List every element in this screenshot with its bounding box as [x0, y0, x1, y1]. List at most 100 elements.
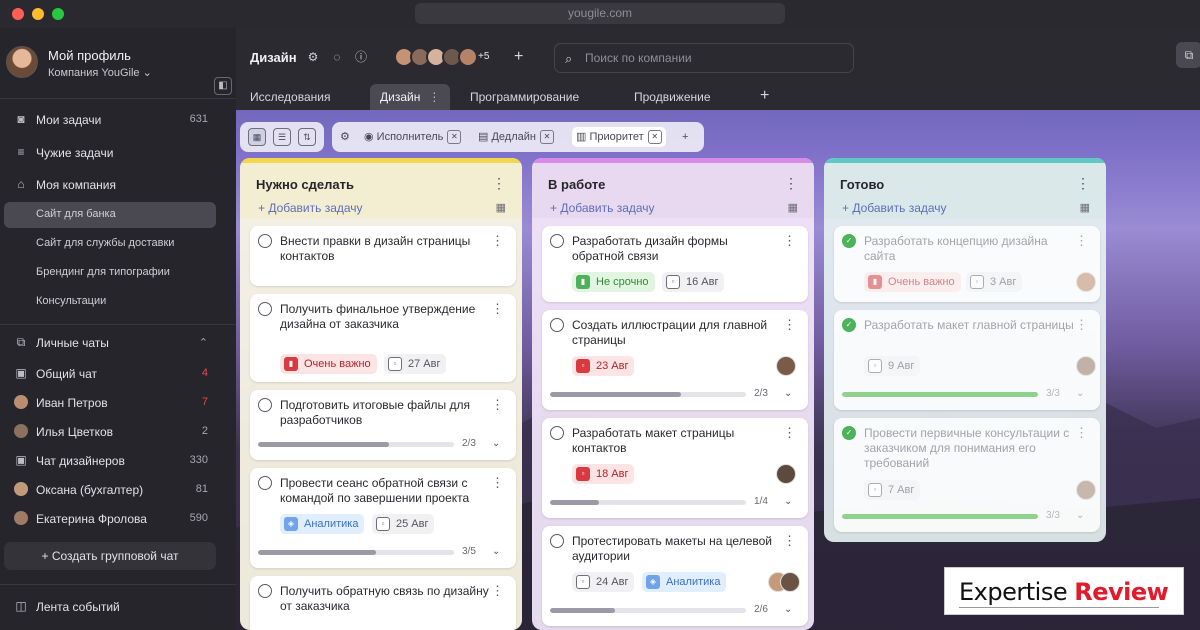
- card-menu-icon[interactable]: ⋮: [1075, 233, 1088, 249]
- minimize-window-button[interactable]: [32, 8, 44, 20]
- task-checkbox[interactable]: [258, 584, 272, 598]
- tab-design[interactable]: Дизайн ⋮: [370, 84, 451, 110]
- tab-research[interactable]: Исследования: [240, 84, 340, 110]
- add-filter-button[interactable]: +: [682, 127, 688, 147]
- task-checkbox[interactable]: [258, 398, 272, 412]
- tab-promotion[interactable]: Продвижение: [624, 84, 721, 110]
- card-menu-icon[interactable]: ⋮: [783, 317, 796, 333]
- column-menu-icon[interactable]: ⋮: [784, 175, 798, 192]
- company-selector[interactable]: Компания YouGile ⌄: [48, 66, 152, 79]
- table-view-icon[interactable]: ☰: [273, 128, 291, 146]
- task-card[interactable]: Провести сеанс обратной связи с командой…: [250, 468, 516, 568]
- task-card[interactable]: Разработать макет страницы контактов ⋮ ▫…: [542, 418, 808, 518]
- add-task-button[interactable]: + Добавить задачу: [842, 201, 947, 215]
- column-menu-icon[interactable]: ⋮: [492, 175, 506, 192]
- sidebar-item-my-tasks[interactable]: ◙ Мои задачи 631: [4, 107, 216, 133]
- bell-icon[interactable]: ◌: [330, 50, 344, 64]
- filter-settings-icon[interactable]: ⚙: [340, 127, 350, 147]
- task-checkbox-done[interactable]: ✓: [842, 234, 856, 248]
- task-card[interactable]: Получить обратную связь по дизайну от за…: [250, 576, 516, 630]
- sidebar-chat-designers[interactable]: ▣ Чат дизайнеров 330: [4, 448, 216, 474]
- panel-toggle-icon[interactable]: ⧉: [1176, 42, 1200, 68]
- profile[interactable]: Мой профиль Компания YouGile ⌄: [6, 44, 226, 84]
- column-grid-icon[interactable]: ▦: [788, 201, 798, 214]
- search-box[interactable]: ⌕: [554, 43, 854, 73]
- task-card[interactable]: Создать иллюстрации для главной страницы…: [542, 310, 808, 410]
- task-card[interactable]: ✓ Разработать макет главной страницы ⋮ ▫…: [834, 310, 1100, 410]
- board-view-icon[interactable]: ▦: [248, 128, 266, 146]
- sidebar-chat-ekaterina[interactable]: Екатерина Фролова 590: [4, 506, 216, 532]
- column-menu-icon[interactable]: ⋮: [1076, 175, 1090, 192]
- task-card[interactable]: Разработать дизайн формы обратной связи …: [542, 226, 808, 302]
- card-menu-icon[interactable]: ⋮: [1075, 317, 1088, 333]
- close-window-button[interactable]: [12, 8, 24, 20]
- sidebar-chat-oksana[interactable]: Оксана (бухгалтер) 81: [4, 477, 216, 503]
- sidebar-item-others-tasks[interactable]: ≡ Чужие задачи: [4, 140, 216, 166]
- column-grid-icon[interactable]: ▦: [496, 201, 506, 214]
- task-card[interactable]: ✓ Провести первичные консультации с зака…: [834, 418, 1100, 532]
- filter-assignee[interactable]: ◉ Исполнитель ✕: [364, 127, 462, 147]
- sidebar-project-branding[interactable]: Брендинг для типографии: [4, 260, 216, 286]
- chevron-down-icon[interactable]: ⌄: [1076, 510, 1084, 521]
- task-card[interactable]: Внести правки в дизайн страницы контакто…: [250, 226, 516, 286]
- chevron-down-icon[interactable]: ⌄: [1076, 388, 1084, 399]
- collapse-sidebar-icon[interactable]: ◧: [214, 77, 232, 95]
- task-checkbox[interactable]: [550, 534, 564, 548]
- search-input[interactable]: [585, 49, 845, 67]
- card-menu-icon[interactable]: ⋮: [491, 475, 504, 491]
- add-tab-button[interactable]: +: [760, 87, 769, 105]
- task-checkbox-done[interactable]: ✓: [842, 318, 856, 332]
- add-task-button[interactable]: + Добавить задачу: [258, 201, 363, 215]
- sidebar-item-my-company[interactable]: ⌂ Моя компания: [4, 172, 216, 198]
- task-card[interactable]: ✓ Разработать концепцию дизайна сайта ⋮ …: [834, 226, 1100, 302]
- sidebar-chats-header[interactable]: ⧉ Личные чаты ⌃: [4, 330, 216, 356]
- sidebar-chat-ivan[interactable]: Иван Петров 7: [4, 390, 216, 416]
- sidebar-project-consulting[interactable]: Консультации: [4, 289, 216, 315]
- task-checkbox[interactable]: [258, 476, 272, 490]
- sidebar-chat-general[interactable]: ▣ Общий чат 4: [4, 361, 216, 387]
- remove-filter-icon[interactable]: ✕: [647, 130, 662, 145]
- remove-filter-icon[interactable]: ✕: [539, 130, 554, 145]
- task-checkbox[interactable]: [550, 318, 564, 332]
- tab-more-icon[interactable]: ⋮: [428, 84, 440, 110]
- create-group-chat-button[interactable]: + Создать групповой чат: [4, 542, 216, 570]
- add-task-button[interactable]: + Добавить задачу: [550, 201, 655, 215]
- address-bar[interactable]: yougile.com: [415, 3, 785, 24]
- chevron-down-icon[interactable]: ⌄: [784, 388, 792, 399]
- tab-programming[interactable]: Программирование: [460, 84, 589, 110]
- card-menu-icon[interactable]: ⋮: [783, 425, 796, 441]
- add-member-button[interactable]: +: [514, 48, 523, 66]
- sidebar-project-bank-site[interactable]: Сайт для банка: [4, 202, 216, 228]
- chevron-down-icon[interactable]: ⌄: [492, 438, 500, 449]
- card-menu-icon[interactable]: ⋮: [491, 397, 504, 413]
- sidebar-project-delivery-site[interactable]: Сайт для службы доставки: [4, 231, 216, 257]
- list-view-icon[interactable]: ⇅: [298, 128, 316, 146]
- task-checkbox[interactable]: [550, 426, 564, 440]
- card-menu-icon[interactable]: ⋮: [491, 583, 504, 599]
- chevron-down-icon[interactable]: ⌄: [492, 546, 500, 557]
- settings-icon[interactable]: ⚙: [306, 50, 320, 64]
- task-card[interactable]: Получить финальное утверждение дизайна о…: [250, 294, 516, 382]
- card-menu-icon[interactable]: ⋮: [491, 301, 504, 317]
- chevron-down-icon[interactable]: ⌄: [784, 604, 792, 615]
- info-icon[interactable]: ⓘ: [354, 50, 368, 64]
- task-checkbox-done[interactable]: ✓: [842, 426, 856, 440]
- chevron-up-icon[interactable]: ⌃: [199, 336, 208, 349]
- task-checkbox[interactable]: [550, 234, 564, 248]
- card-menu-icon[interactable]: ⋮: [491, 233, 504, 249]
- filter-priority[interactable]: ▥ Приоритет ✕: [572, 127, 666, 147]
- task-checkbox[interactable]: [258, 302, 272, 316]
- sidebar-item-events[interactable]: ◫ Лента событий: [4, 594, 216, 620]
- remove-filter-icon[interactable]: ✕: [447, 130, 462, 145]
- card-menu-icon[interactable]: ⋮: [1075, 425, 1088, 441]
- card-menu-icon[interactable]: ⋮: [783, 533, 796, 549]
- card-menu-icon[interactable]: ⋮: [783, 233, 796, 249]
- maximize-window-button[interactable]: [52, 8, 64, 20]
- task-checkbox[interactable]: [258, 234, 272, 248]
- filter-deadline[interactable]: ▤ Дедлайн ✕: [478, 127, 554, 147]
- task-card[interactable]: Подготовить итоговые файлы для разработч…: [250, 390, 516, 460]
- column-grid-icon[interactable]: ▦: [1080, 201, 1090, 214]
- task-card[interactable]: Протестировать макеты на целевой аудитор…: [542, 526, 808, 626]
- chevron-down-icon[interactable]: ⌄: [784, 496, 792, 507]
- sidebar-chat-ilya[interactable]: Илья Цветков 2: [4, 419, 216, 445]
